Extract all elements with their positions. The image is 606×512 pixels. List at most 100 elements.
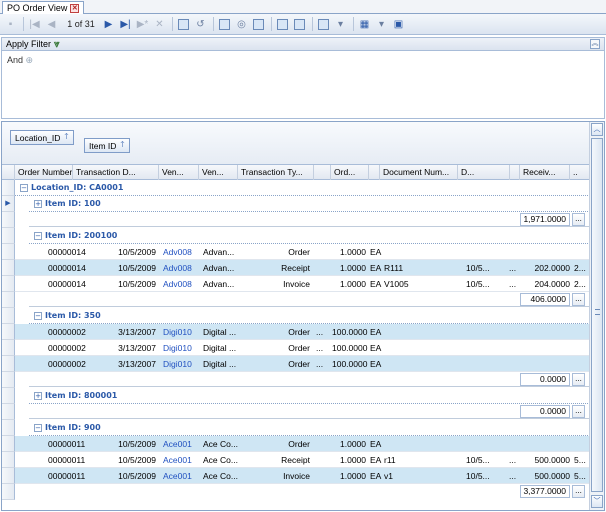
cell-vendor-id[interactable]: Ace001 (161, 468, 201, 484)
cell-received: 500.0000 (534, 455, 570, 465)
row-indicator (2, 484, 15, 500)
prev-page-icon[interactable]: ◀ (44, 17, 59, 32)
column-transaction-date[interactable]: Transaction D... (73, 165, 159, 180)
collapse-icon[interactable]: ︽ (590, 39, 600, 49)
expand-group-icon[interactable]: + (34, 200, 42, 208)
cell-date: 10/5... (466, 279, 490, 289)
save-icon[interactable]: ▪ (3, 17, 18, 32)
column-received[interactable]: Receiv... (520, 165, 570, 180)
group-row-item-900[interactable]: − Item ID: 900 (2, 420, 590, 436)
scroll-up-icon[interactable]: ︿ (591, 123, 603, 136)
cell-order-qty: 1.0000 (340, 247, 366, 257)
cell-vendor-id[interactable]: Digi010 (161, 356, 201, 372)
refresh-icon[interactable]: ↺ (193, 17, 208, 32)
cell-transaction-type: Receipt (281, 263, 310, 273)
table-row[interactable]: 00000002 3/13/2007 Digi010 Digital ... O… (2, 324, 590, 340)
toolbar-separator (23, 17, 24, 31)
filter-editor[interactable]: And ⊕ (1, 51, 605, 119)
cell-ellipsis: ... (316, 343, 324, 353)
column-more[interactable]: .. (570, 165, 590, 180)
next-page-icon[interactable]: ▶ (101, 17, 116, 32)
summary-value: 406.0000 (520, 293, 570, 306)
table-row[interactable]: 00000014 10/5/2009 Adv008 Advan... Order… (2, 244, 590, 260)
cell-vendor-id[interactable]: Adv008 (161, 244, 201, 260)
document-tab-bar: PO Order View ✕ (0, 0, 606, 14)
group-row-location[interactable]: − Location_ID: CA0001 (2, 180, 590, 196)
column-transaction-type[interactable]: Transaction Ty... (238, 165, 314, 180)
toolbar-separator (353, 17, 354, 31)
view-icon[interactable]: ▣ (391, 17, 406, 32)
row-indicator (2, 372, 15, 388)
cell-transaction-date: 3/13/2007 (118, 327, 156, 337)
summary-more-button[interactable]: ... (572, 405, 585, 418)
zoom-icon[interactable]: ◎ (234, 17, 249, 32)
summary-more-button[interactable]: ... (572, 485, 585, 498)
scroll-down-icon[interactable]: ﹀ (591, 495, 603, 508)
export-icon[interactable] (251, 17, 266, 32)
scroll-thumb[interactable] (591, 138, 603, 492)
summary-more-button[interactable]: ... (572, 373, 585, 386)
table-row[interactable]: 00000011 10/5/2009 Ace001 Ace Co... Invo… (2, 468, 590, 484)
column-blank-3[interactable] (510, 165, 520, 180)
table-row[interactable]: 00000002 3/13/2007 Digi010 Digital ... O… (2, 340, 590, 356)
group-label: Item ID: 100 (45, 199, 101, 208)
cell-vendor-id[interactable]: Ace001 (161, 436, 201, 452)
cell-vendor-name: Advan... (203, 247, 235, 257)
cell-ellipsis: ... (316, 327, 324, 337)
column-date[interactable]: D... (458, 165, 510, 180)
cell-vendor-id[interactable]: Digi010 (161, 324, 201, 340)
table-row[interactable]: 00000011 10/5/2009 Ace001 Ace Co... Rece… (2, 452, 590, 468)
cell-vendor-id[interactable]: Ace001 (161, 452, 201, 468)
column-blank-2[interactable] (369, 165, 380, 180)
group-label: Location_ID: CA0001 (31, 183, 124, 192)
cell-transaction-type: Invoice (283, 471, 310, 481)
group-row-item-350[interactable]: − Item ID: 350 (2, 308, 590, 324)
vertical-scrollbar[interactable]: ︿ ﹀ (589, 122, 604, 510)
column-order-number[interactable]: Order Number (15, 165, 73, 180)
cell-vendor-id[interactable]: Adv008 (161, 260, 201, 276)
column-vendor-id[interactable]: Ven... (159, 165, 199, 180)
collapse-group-icon[interactable]: − (34, 312, 42, 320)
cell-transaction-date: 10/5/2009 (118, 439, 156, 449)
collapse-group-icon[interactable]: − (34, 424, 42, 432)
group-label: Item ID: 350 (45, 311, 101, 320)
summary-more-button[interactable]: ... (572, 293, 585, 306)
close-icon[interactable]: ✕ (70, 3, 80, 13)
filter-condition[interactable]: And (7, 55, 23, 65)
collapse-group-icon[interactable]: − (34, 232, 42, 240)
column-vendor-name[interactable]: Ven... (199, 165, 238, 180)
group-row-item-200100[interactable]: − Item ID: 200100 (2, 228, 590, 244)
column-blank-1[interactable] (314, 165, 331, 180)
group-row-item-800001[interactable]: + Item ID: 800001 (2, 388, 590, 404)
cell-vendor-id[interactable]: Digi010 (161, 340, 201, 356)
delete-icon[interactable]: ✕ (152, 17, 167, 32)
group-chip-location-id[interactable]: Location_ID 🡑 (10, 130, 74, 145)
table-row[interactable]: 00000011 10/5/2009 Ace001 Ace Co... Orde… (2, 436, 590, 452)
chevron-down-icon[interactable]: ▾ (333, 17, 348, 32)
summary-more-button[interactable]: ... (572, 213, 585, 226)
cell-transaction-type: Order (288, 343, 310, 353)
new-record-icon[interactable]: ▶* (135, 17, 150, 32)
expand-group-icon[interactable]: + (34, 392, 42, 400)
print-icon[interactable] (176, 17, 191, 32)
table-row[interactable]: 00000014 10/5/2009 Adv008 Advan... Invoi… (2, 276, 590, 292)
last-page-icon[interactable]: ▶| (118, 17, 133, 32)
layout-icon[interactable] (316, 17, 331, 32)
collapse-group-icon[interactable]: − (20, 184, 28, 192)
cell-vendor-id[interactable]: Adv008 (161, 276, 201, 292)
tab-po-order-view[interactable]: PO Order View ✕ (2, 1, 85, 14)
paste-icon[interactable] (292, 17, 307, 32)
chart-icon[interactable]: ▦ (357, 17, 372, 32)
group-row-item-100[interactable]: ▶ + Item ID: 100 (2, 196, 590, 212)
first-page-icon[interactable]: |◀ (27, 17, 42, 32)
group-chip-item-id[interactable]: Item ID 🡑 (84, 138, 130, 153)
print-preview-icon[interactable] (217, 17, 232, 32)
column-document-number[interactable]: Document Num... (380, 165, 458, 180)
table-row[interactable]: 00000002 3/13/2007 Digi010 Digital ... O… (2, 356, 590, 372)
chevron-down-icon[interactable]: ▾ (374, 17, 389, 32)
table-row[interactable]: 00000014 10/5/2009 Adv008 Advan... Recei… (2, 260, 590, 276)
column-order-qty[interactable]: Ord... (331, 165, 369, 180)
apply-filter-header[interactable]: Apply Filter ⩔ ︽ (1, 37, 605, 51)
copy-icon[interactable] (275, 17, 290, 32)
add-condition-icon[interactable]: ⊕ (26, 55, 34, 65)
